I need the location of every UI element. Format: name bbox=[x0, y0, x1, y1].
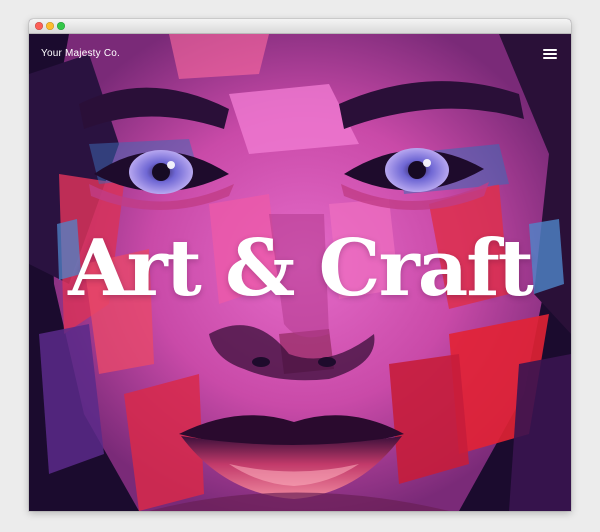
screenshot-stage: Your Majesty Co. Art & Craft bbox=[0, 0, 600, 532]
menu-bar-middle bbox=[543, 53, 557, 55]
hero-title: Art & Craft bbox=[68, 223, 534, 314]
menu-bar-top bbox=[543, 49, 557, 51]
page-viewport: Your Majesty Co. Art & Craft bbox=[29, 34, 571, 511]
menu-bar-bottom bbox=[543, 57, 557, 59]
window-titlebar[interactable] bbox=[29, 19, 571, 34]
minimize-window-button[interactable] bbox=[46, 22, 54, 30]
site-header: Your Majesty Co. bbox=[29, 34, 571, 78]
brand-logo-link[interactable]: Your Majesty Co. bbox=[41, 48, 120, 59]
zoom-window-button[interactable] bbox=[57, 22, 65, 30]
close-window-button[interactable] bbox=[35, 22, 43, 30]
browser-window: Your Majesty Co. Art & Craft bbox=[29, 19, 571, 511]
hamburger-menu-icon[interactable] bbox=[543, 48, 557, 59]
